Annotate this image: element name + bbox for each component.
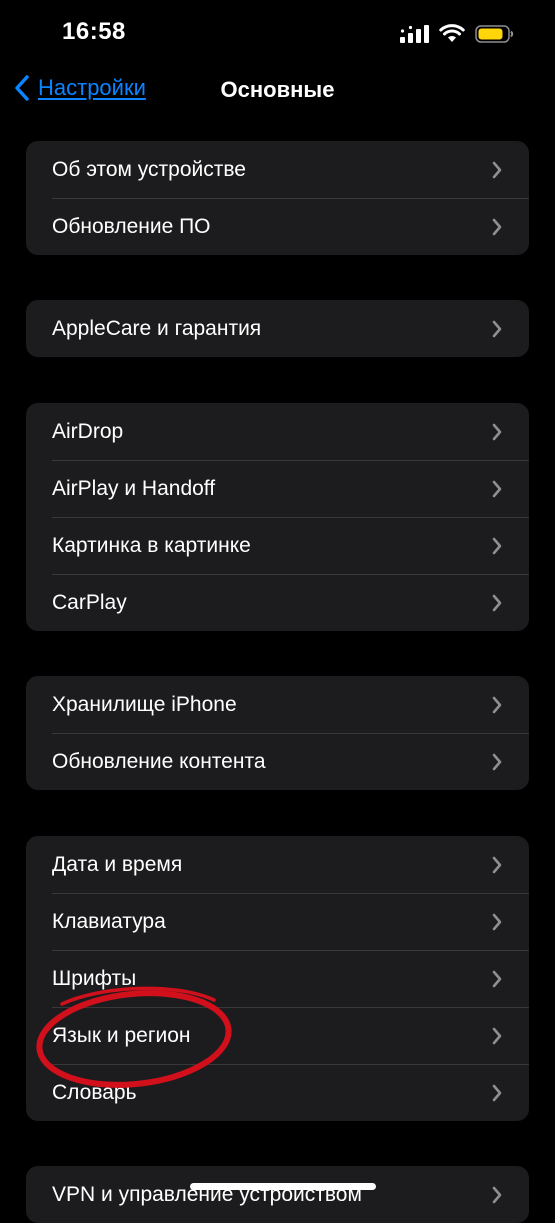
row-picture-in-picture[interactable]: Картинка в картинке [26, 517, 529, 574]
row-label: AppleCare и гарантия [52, 316, 262, 340]
page-title: Основные [220, 77, 335, 102]
row-language-region[interactable]: Язык и регион [26, 1007, 529, 1064]
chevron-right-icon [492, 753, 502, 771]
settings-group-locale: Дата и время Клавиатура Шрифты Язык и ре… [26, 836, 529, 1121]
wifi-icon [439, 24, 465, 42]
settings-group-about: Об этом устройстве Обновление ПО [26, 141, 529, 255]
chevron-right-icon [492, 1027, 502, 1045]
chevron-right-icon [492, 218, 502, 236]
row-label: Дата и время [52, 852, 183, 876]
chevron-right-icon [492, 161, 502, 179]
row-dictionary[interactable]: Словарь [26, 1064, 529, 1121]
row-keyboard[interactable]: Клавиатура [26, 893, 529, 950]
chevron-right-icon [492, 696, 502, 714]
row-date-time[interactable]: Дата и время [26, 836, 529, 893]
navigation-bar: Настройки Основные [0, 66, 555, 116]
chevron-right-icon [492, 913, 502, 931]
chevron-right-icon [492, 970, 502, 988]
settings-group-applecare: AppleCare и гарантия [26, 300, 529, 357]
chevron-right-icon [492, 537, 502, 555]
battery-level-fill [478, 28, 503, 40]
row-airdrop[interactable]: AirDrop [26, 403, 529, 460]
home-indicator [190, 1183, 376, 1190]
chevron-right-icon [492, 480, 502, 498]
chevron-right-icon [492, 856, 502, 874]
row-vpn-device-management[interactable]: VPN и управление устройством [26, 1166, 529, 1223]
settings-group-vpn: VPN и управление устройством [26, 1166, 529, 1223]
row-carplay[interactable]: CarPlay [26, 574, 529, 631]
row-software-update[interactable]: Обновление ПО [26, 198, 529, 255]
row-label: Шрифты [52, 966, 137, 990]
row-label: Обновление контента [52, 749, 266, 773]
row-label: Обновление ПО [52, 214, 211, 238]
row-label: CarPlay [52, 590, 127, 614]
row-label: AirPlay и Handoff [52, 476, 216, 500]
row-label: Хранилище iPhone [52, 692, 237, 716]
battery-icon [475, 25, 514, 43]
settings-group-storage: Хранилище iPhone Обновление контента [26, 676, 529, 790]
status-time: 16:58 [62, 18, 126, 45]
row-label: Язык и регион [52, 1023, 191, 1047]
row-applecare[interactable]: AppleCare и гарантия [26, 300, 529, 357]
chevron-right-icon [492, 1186, 502, 1204]
cellular-signal-icon [400, 25, 429, 43]
row-fonts[interactable]: Шрифты [26, 950, 529, 1007]
chevron-right-icon [492, 423, 502, 441]
row-iphone-storage[interactable]: Хранилище iPhone [26, 676, 529, 733]
row-background-refresh[interactable]: Обновление контента [26, 733, 529, 790]
row-about-device[interactable]: Об этом устройстве [26, 141, 529, 198]
chevron-right-icon [492, 1084, 502, 1102]
row-label: AirDrop [52, 419, 124, 443]
row-airplay-handoff[interactable]: AirPlay и Handoff [26, 460, 529, 517]
row-label: Об этом устройстве [52, 157, 246, 181]
row-label: Клавиатура [52, 909, 166, 933]
row-label: Словарь [52, 1080, 137, 1104]
row-label: Картинка в картинке [52, 533, 251, 557]
status-icons [399, 22, 515, 46]
status-bar: 16:58 [0, 0, 555, 66]
chevron-right-icon [492, 594, 502, 612]
settings-group-connectivity: AirDrop AirPlay и Handoff Картинка в кар… [26, 403, 529, 631]
chevron-right-icon [492, 320, 502, 338]
